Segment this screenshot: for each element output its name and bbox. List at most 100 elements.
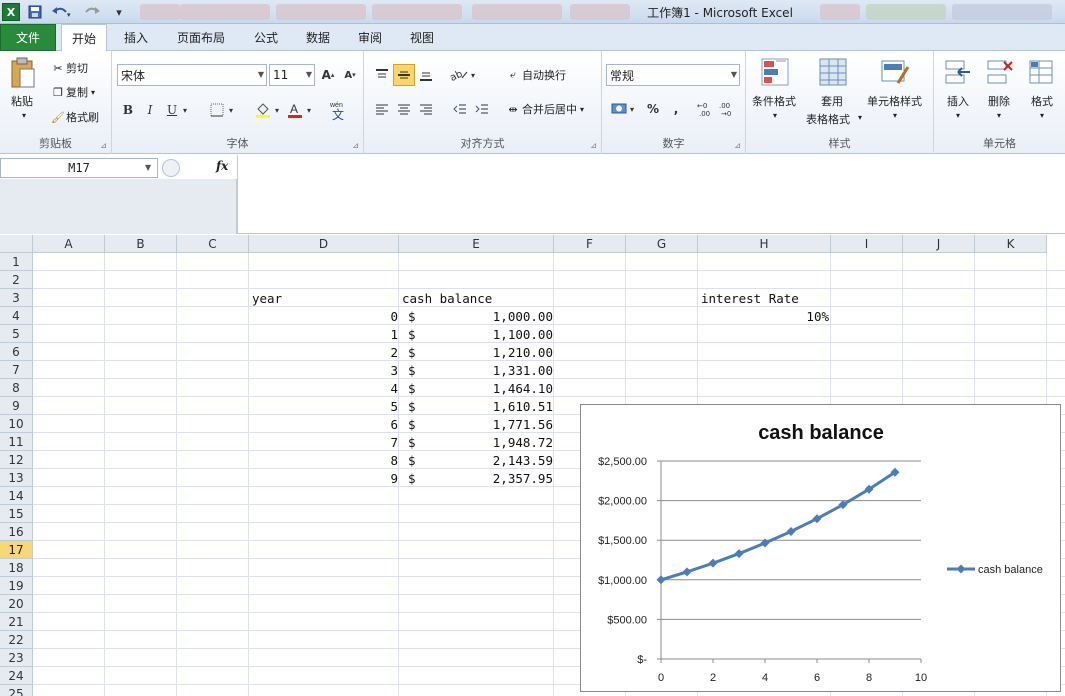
- year-cell[interactable]: 7: [250, 433, 400, 451]
- row-header-4[interactable]: 4: [0, 307, 33, 325]
- row-header-18[interactable]: 18: [0, 559, 33, 577]
- cell-h3[interactable]: interest Rate: [699, 289, 831, 307]
- column-header-d[interactable]: D: [249, 235, 399, 253]
- cash-balance-cell[interactable]: 1,610.51: [420, 397, 555, 415]
- cell-styles-dropdown-icon[interactable]: ▾: [893, 111, 897, 120]
- column-header-k[interactable]: K: [975, 235, 1047, 253]
- year-cell[interactable]: 0: [250, 307, 400, 325]
- conditional-dropdown-icon[interactable]: ▾: [773, 111, 777, 120]
- delete-button[interactable]: 删除: [988, 93, 1010, 109]
- cell-styles-icon[interactable]: [880, 57, 912, 87]
- table-dropdown-icon[interactable]: ▾: [858, 113, 862, 122]
- comma-button[interactable]: ,: [665, 98, 687, 120]
- row-header-13[interactable]: 13: [0, 469, 33, 487]
- name-box[interactable]: M17: [0, 158, 158, 178]
- percent-button[interactable]: %: [642, 98, 664, 120]
- column-header-g[interactable]: G: [626, 235, 698, 253]
- paste-icon[interactable]: [8, 57, 40, 88]
- row-header-22[interactable]: 22: [0, 631, 33, 649]
- align-center-icon[interactable]: [393, 98, 415, 120]
- row-header-20[interactable]: 20: [0, 595, 33, 613]
- row-header-14[interactable]: 14: [0, 487, 33, 505]
- insert-cells-icon[interactable]: [942, 57, 974, 87]
- align-top-icon[interactable]: [371, 64, 393, 86]
- decrease-indent-icon[interactable]: [449, 98, 471, 120]
- cash-balance-cell[interactable]: 1,210.00: [420, 343, 555, 361]
- tab-page-layout[interactable]: 页面布局: [168, 24, 234, 51]
- chart[interactable]: cash balance $- $500.00 $1,000.00 $1,500.00…: [580, 404, 1061, 692]
- wrap-text-button[interactable]: ⤶ 自动换行: [504, 67, 566, 83]
- cell-styles-button[interactable]: 单元格样式: [867, 93, 922, 109]
- format-button[interactable]: 格式: [1031, 93, 1053, 109]
- year-cell[interactable]: 4: [250, 379, 400, 397]
- tab-review[interactable]: 审阅: [350, 24, 390, 51]
- tab-home[interactable]: 开始: [61, 24, 107, 52]
- row-header-23[interactable]: 23: [0, 649, 33, 667]
- conditional-formatting-button[interactable]: 条件格式: [752, 93, 796, 109]
- align-middle-icon[interactable]: [393, 64, 415, 86]
- alignment-launcher-icon[interactable]: ⊿: [590, 141, 597, 150]
- format-as-table-button[interactable]: 表格格式: [806, 111, 850, 127]
- row-header-25[interactable]: 25: [0, 685, 33, 696]
- cash-balance-cell[interactable]: 1,000.00: [420, 307, 555, 325]
- cell-e3[interactable]: cash balance: [400, 289, 555, 307]
- column-header-i[interactable]: I: [831, 235, 903, 253]
- delete-cells-icon[interactable]: [984, 57, 1016, 87]
- cell-h4[interactable]: 10%: [699, 307, 831, 325]
- year-cell[interactable]: 6: [250, 415, 400, 433]
- increase-indent-icon[interactable]: [471, 98, 493, 120]
- column-header-j[interactable]: J: [903, 235, 975, 253]
- cash-balance-cell[interactable]: 2,357.95: [420, 469, 555, 487]
- cash-balance-cell[interactable]: 2,143.59: [420, 451, 555, 469]
- column-header-e[interactable]: E: [399, 235, 554, 253]
- italic-button[interactable]: I: [139, 99, 161, 121]
- font-size-combo[interactable]: 11 ▼: [269, 64, 315, 86]
- copy-button[interactable]: ❐ 复制 ▾: [50, 84, 95, 100]
- excel-logo-icon[interactable]: X: [2, 3, 20, 21]
- format-cells-icon[interactable]: [1026, 57, 1058, 87]
- accounting-dropdown-icon[interactable]: ▾: [626, 98, 638, 120]
- number-launcher-icon[interactable]: ⊿: [734, 141, 741, 150]
- row-header-10[interactable]: 10: [0, 415, 33, 433]
- tab-formulas[interactable]: 公式: [246, 24, 286, 51]
- bold-button[interactable]: B: [117, 99, 139, 121]
- row-header-21[interactable]: 21: [0, 613, 33, 631]
- row-header-2[interactable]: 2: [0, 271, 33, 289]
- merge-center-button[interactable]: ⇹ 合并后居中 ▾: [504, 101, 584, 117]
- year-cell[interactable]: 9: [250, 469, 400, 487]
- year-cell[interactable]: 2: [250, 343, 400, 361]
- insert-button[interactable]: 插入: [947, 93, 969, 109]
- row-header-1[interactable]: 1: [0, 253, 33, 271]
- paste-dropdown-icon[interactable]: ▾: [22, 111, 26, 120]
- cut-button[interactable]: ✂ 剪切: [50, 60, 88, 76]
- cash-balance-cell[interactable]: 1,100.00: [420, 325, 555, 343]
- cash-balance-cell[interactable]: 1,771.56: [420, 415, 555, 433]
- tab-insert[interactable]: 插入: [116, 24, 156, 51]
- increase-decimal-icon[interactable]: ←0.00: [696, 98, 718, 120]
- align-left-icon[interactable]: [371, 98, 393, 120]
- row-header-24[interactable]: 24: [0, 667, 33, 685]
- year-cell[interactable]: 3: [250, 361, 400, 379]
- year-cell[interactable]: 5: [250, 397, 400, 415]
- cash-balance-cell[interactable]: 1,331.00: [420, 361, 555, 379]
- tab-view[interactable]: 视图: [402, 24, 442, 51]
- formula-expand-icon[interactable]: [162, 159, 180, 177]
- paste-button[interactable]: 粘贴: [11, 93, 33, 109]
- row-header-7[interactable]: 7: [0, 361, 33, 379]
- fill-color-dropdown-icon[interactable]: ▾: [270, 99, 284, 121]
- column-header-f[interactable]: F: [554, 235, 626, 253]
- row-header-16[interactable]: 16: [0, 523, 33, 541]
- font-launcher-icon[interactable]: ⊿: [352, 141, 359, 150]
- font-name-combo[interactable]: 宋体 ▼: [117, 64, 267, 86]
- cell-d3[interactable]: year: [250, 289, 400, 307]
- column-header-a[interactable]: A: [33, 235, 105, 253]
- conditional-formatting-icon[interactable]: [760, 57, 792, 87]
- row-header-19[interactable]: 19: [0, 577, 33, 595]
- insert-dropdown-icon[interactable]: ▾: [956, 111, 960, 120]
- column-header-h[interactable]: H: [698, 235, 831, 253]
- clipboard-launcher-icon[interactable]: ⊿: [100, 141, 107, 150]
- tab-data[interactable]: 数据: [298, 24, 338, 51]
- shrink-font-icon[interactable]: A ▾: [339, 64, 361, 86]
- row-header-3[interactable]: 3: [0, 289, 33, 307]
- cash-balance-cell[interactable]: 1,948.72: [420, 433, 555, 451]
